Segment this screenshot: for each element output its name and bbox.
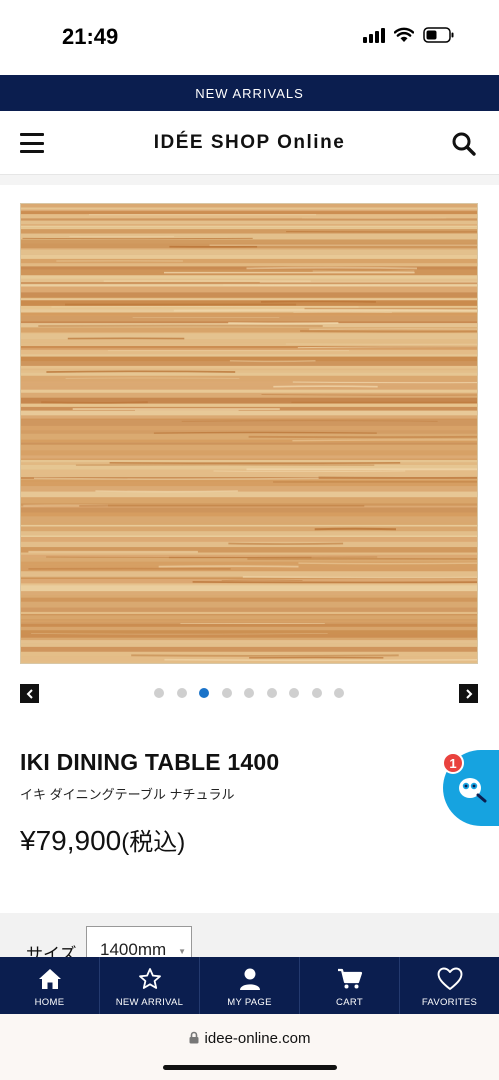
nav-my-page[interactable]: MY PAGE <box>200 957 300 1014</box>
wifi-icon <box>394 27 414 42</box>
cart-icon <box>337 968 362 989</box>
carousel-dot[interactable] <box>176 688 187 698</box>
carousel-dot[interactable] <box>311 688 322 698</box>
carousel-dot[interactable] <box>199 688 209 698</box>
home-icon <box>38 969 61 989</box>
chevron-right-icon <box>465 688 472 699</box>
status-icons <box>363 27 455 43</box>
lock-icon <box>189 1031 199 1044</box>
carousel-dot[interactable] <box>334 688 344 698</box>
carousel-dot[interactable] <box>266 688 277 698</box>
carousel-dot[interactable] <box>289 688 299 698</box>
carousel-dot[interactable] <box>154 688 164 698</box>
carousel-dot[interactable] <box>221 688 232 698</box>
nav-favorites-label: FAVORITES <box>421 997 478 1008</box>
header-divider <box>0 175 499 185</box>
nav-cart-label: CART <box>336 997 363 1008</box>
carousel-dot[interactable] <box>244 688 254 698</box>
carousel-dots <box>154 688 344 698</box>
site-header: IDÉE SHOP Online <box>0 111 499 175</box>
url-display[interactable]: idee-online.com <box>0 1030 499 1047</box>
nav-cart[interactable]: CART <box>300 957 400 1014</box>
nav-home[interactable]: HOME <box>0 957 100 1014</box>
url-text: idee-online.com <box>204 1030 311 1047</box>
status-time: 21:49 <box>62 24 119 49</box>
dropdown-caret-icon: ▼ <box>178 947 186 956</box>
wood-grain-image <box>21 204 477 663</box>
star-icon <box>138 968 161 989</box>
chat-widget[interactable]: 1 <box>441 750 499 826</box>
tax-note: (税込) <box>121 829 186 856</box>
heart-icon <box>437 967 462 990</box>
chat-mascot-icon <box>459 778 487 803</box>
nav-home-label: HOME <box>34 997 65 1008</box>
nav-my-page-label: MY PAGE <box>227 997 272 1008</box>
status-bar: 21:49 <box>0 0 499 75</box>
home-indicator[interactable] <box>163 1065 337 1070</box>
product-image[interactable] <box>20 203 478 664</box>
nav-new-arrival[interactable]: NEW ARRIVAL <box>100 957 200 1014</box>
nav-favorites[interactable]: FAVORITES <box>400 957 499 1014</box>
battery-icon <box>423 27 454 43</box>
browser-url-bar[interactable]: idee-online.com <box>0 1014 499 1080</box>
user-icon <box>239 968 260 990</box>
price-amount: ¥79,900 <box>20 825 122 856</box>
cellular-signal-icon <box>363 27 385 43</box>
nav-new-arrival-label: NEW ARRIVAL <box>115 997 184 1008</box>
carousel-prev-button[interactable] <box>20 684 39 703</box>
chat-notification-badge: 1 <box>442 752 464 774</box>
new-arrivals-banner[interactable]: NEW ARRIVALS <box>0 75 499 111</box>
carousel-navigation <box>0 684 499 704</box>
promo-text: NEW ARRIVALS <box>195 85 304 101</box>
carousel-next-button[interactable] <box>459 684 478 703</box>
product-price: ¥79,900(税込) <box>20 822 185 857</box>
site-logo[interactable]: IDÉE SHOP Online <box>0 132 499 154</box>
product-title: IKI DINING TABLE 1400 <box>20 749 280 775</box>
bottom-navigation: HOME NEW ARRIVAL MY PAGE CART FAVORITES <box>0 957 499 1014</box>
chevron-left-icon <box>26 688 33 699</box>
search-icon[interactable] <box>451 131 477 157</box>
product-subtitle: イキ ダイニングテーブル ナチュラル <box>20 787 235 802</box>
